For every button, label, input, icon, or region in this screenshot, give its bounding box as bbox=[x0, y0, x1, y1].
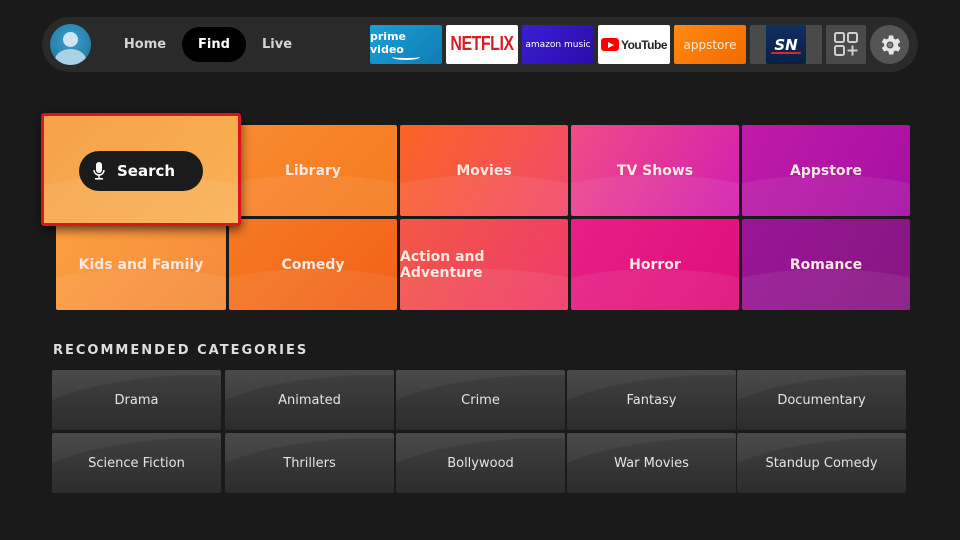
recommended-item-animated[interactable]: Animated bbox=[225, 370, 394, 430]
tile-label: Horror bbox=[629, 256, 681, 273]
add-apps-button[interactable] bbox=[826, 25, 866, 64]
category-tile-horror[interactable]: Horror bbox=[571, 219, 739, 310]
gear-icon bbox=[881, 34, 901, 55]
recommended-item-standup-comedy[interactable]: Standup Comedy bbox=[737, 433, 906, 493]
microphone-icon bbox=[93, 161, 105, 180]
recommended-item-fantasy[interactable]: Fantasy bbox=[567, 370, 736, 430]
apps-grid-plus-icon bbox=[834, 32, 858, 56]
recommended-item-war-movies[interactable]: War Movies bbox=[567, 433, 736, 493]
tile-label: Romance bbox=[789, 256, 863, 273]
recommended-categories-heading: RECOMMENDED CATEGORIES bbox=[53, 343, 309, 358]
app-netflix[interactable]: NETFLIX bbox=[446, 25, 518, 64]
category-tile-appstore[interactable]: Appstore bbox=[742, 125, 910, 216]
youtube-logo: YouTube bbox=[620, 37, 668, 52]
item-label: Bollywood bbox=[447, 455, 514, 471]
tile-label: Action and Adventure bbox=[400, 248, 485, 281]
prime-video-logo: prime video bbox=[370, 29, 406, 56]
tile-label: Kids and Family bbox=[78, 256, 204, 273]
settings-button[interactable] bbox=[870, 25, 909, 64]
tile-label: Comedy bbox=[281, 256, 345, 273]
app-youtube[interactable]: YouTube bbox=[598, 25, 670, 64]
tab-find[interactable]: Find bbox=[182, 27, 246, 62]
youtube-play-icon bbox=[600, 38, 619, 51]
recommended-item-thrillers[interactable]: Thrillers bbox=[225, 433, 394, 493]
item-label: Thrillers bbox=[283, 455, 336, 471]
item-label: War Movies bbox=[614, 455, 689, 471]
recommended-item-bollywood[interactable]: Bollywood bbox=[396, 433, 565, 493]
prime-smile-icon bbox=[392, 54, 420, 60]
tile-label: TV Shows bbox=[616, 162, 694, 179]
top-nav-bar: Home Find Live prime video NETFLIX amazo… bbox=[42, 17, 918, 72]
appstore-logo: appstore bbox=[683, 37, 737, 52]
category-tile-movies[interactable]: Movies bbox=[400, 125, 568, 216]
netflix-logo: NETFLIX bbox=[450, 33, 514, 55]
category-tile-action-and-adventure[interactable]: Action and Adventure bbox=[400, 219, 568, 310]
search-label: Search bbox=[117, 161, 176, 180]
item-label: Documentary bbox=[777, 392, 866, 408]
app-amazon-music[interactable]: amazon music bbox=[522, 25, 594, 64]
item-label: Science Fiction bbox=[88, 455, 185, 471]
tile-label: Appstore bbox=[790, 162, 862, 179]
item-label: Animated bbox=[278, 392, 341, 408]
recommended-item-documentary[interactable]: Documentary bbox=[737, 370, 906, 430]
sportsnet-logo: SN bbox=[766, 25, 806, 64]
tab-live[interactable]: Live bbox=[252, 27, 302, 62]
item-label: Crime bbox=[461, 392, 500, 408]
category-tile-comedy[interactable]: Comedy bbox=[229, 219, 397, 310]
app-prime-video[interactable]: prime video bbox=[370, 25, 442, 64]
app-sportsnet[interactable]: SN bbox=[750, 25, 822, 64]
profile-avatar[interactable] bbox=[50, 24, 91, 65]
category-tile-tv-shows[interactable]: TV Shows bbox=[571, 125, 739, 216]
category-tile-kids-and-family[interactable]: Kids and Family bbox=[56, 219, 226, 310]
recommended-item-crime[interactable]: Crime bbox=[396, 370, 565, 430]
item-label: Drama bbox=[114, 392, 159, 408]
recommended-item-drama[interactable]: Drama bbox=[52, 370, 221, 430]
recommended-item-science-fiction[interactable]: Science Fiction bbox=[52, 433, 221, 493]
search-button[interactable]: Search bbox=[79, 150, 203, 191]
app-appstore[interactable]: appstore bbox=[674, 25, 746, 64]
sportsnet-logo-text: SN bbox=[774, 35, 798, 54]
search-tile[interactable]: Search bbox=[41, 113, 241, 226]
category-tile-library[interactable]: Library bbox=[229, 125, 397, 216]
item-label: Standup Comedy bbox=[765, 455, 878, 471]
item-label: Fantasy bbox=[626, 392, 677, 408]
tab-home[interactable]: Home bbox=[114, 27, 176, 62]
category-tile-romance[interactable]: Romance bbox=[742, 219, 910, 310]
tile-label: Movies bbox=[456, 162, 512, 179]
amazon-music-logo: amazon music bbox=[525, 39, 591, 50]
tile-label: Library bbox=[284, 162, 342, 179]
